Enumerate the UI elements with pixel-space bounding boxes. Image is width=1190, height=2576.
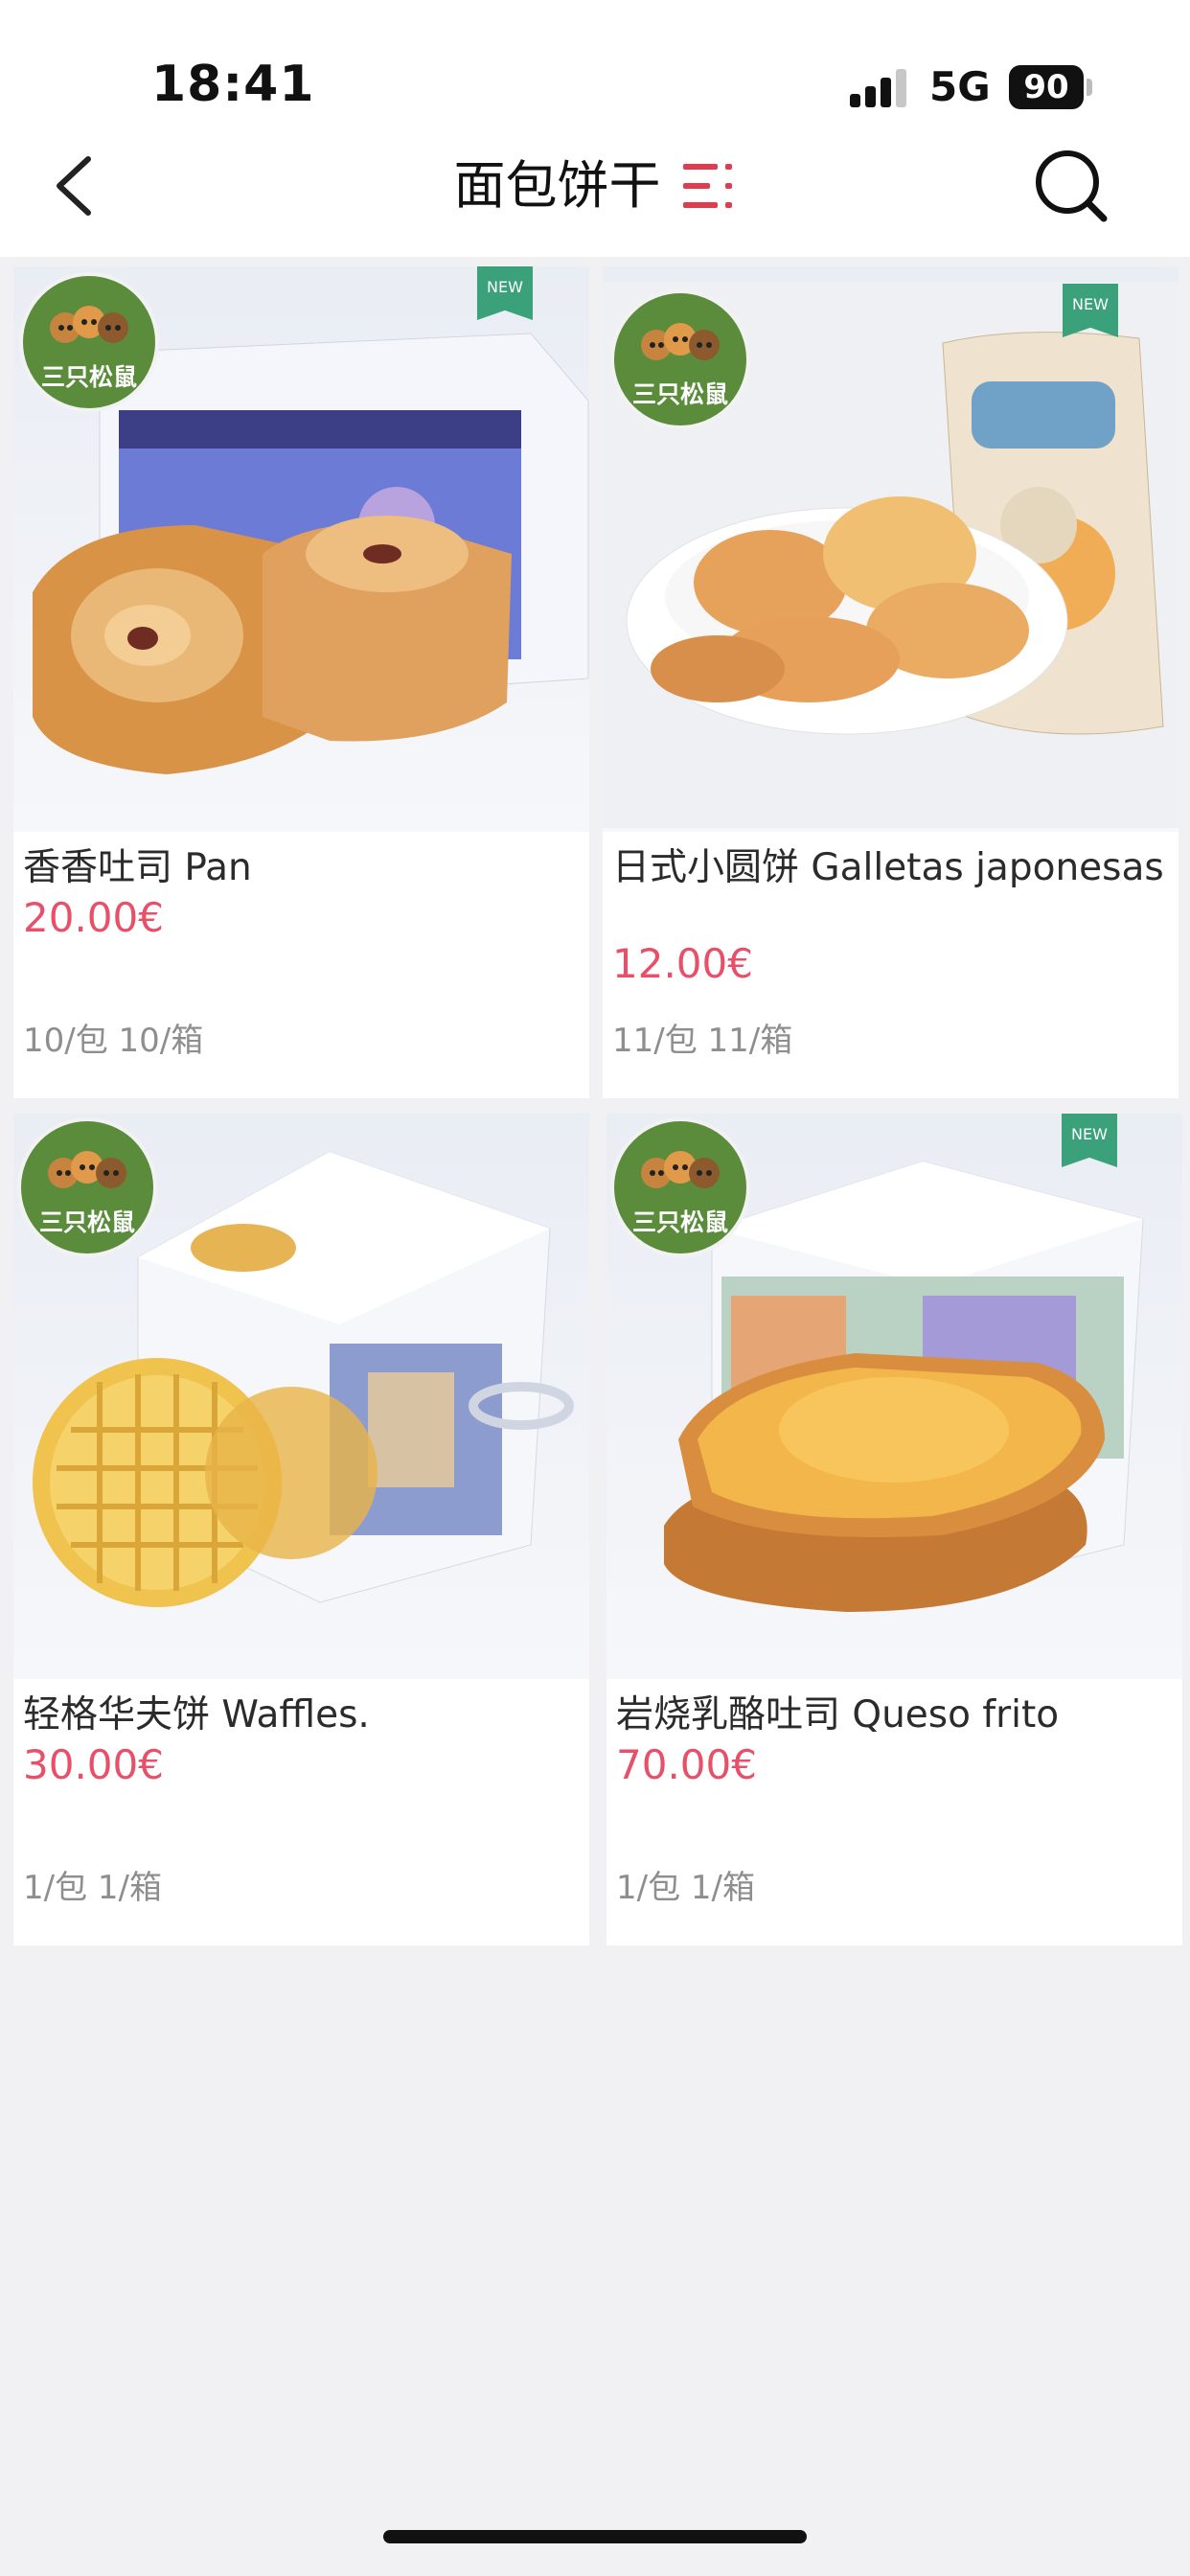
battery-tip bbox=[1087, 79, 1092, 96]
product-price: 70.00€ bbox=[616, 1741, 757, 1788]
product-name: 轻格华夫饼 Waffles. bbox=[23, 1693, 370, 1736]
brand-name: 三只松鼠 bbox=[631, 380, 728, 408]
signal-icon bbox=[850, 67, 909, 107]
brand-name: 三只松鼠 bbox=[40, 363, 137, 391]
product-card[interactable]: 三只松鼠 NEW 香香吐司 Pan 20.00€ 10/包 10/箱 bbox=[13, 266, 589, 1098]
product-price: 12.00€ bbox=[612, 940, 753, 987]
product-name: 日式小圆饼 Galletas japonesas bbox=[612, 846, 1164, 889]
search-icon[interactable] bbox=[1033, 148, 1110, 224]
product-price: 30.00€ bbox=[23, 1741, 164, 1788]
brand-logo: 三只松鼠 bbox=[610, 1117, 750, 1257]
product-name: 岩烧乳酪吐司 Queso frito bbox=[616, 1693, 1060, 1736]
title-area: 面包饼干 bbox=[0, 148, 1190, 224]
product-packaging: 11/包 11/箱 bbox=[612, 1022, 793, 1060]
page-title: 面包饼干 bbox=[453, 155, 661, 216]
product-card[interactable]: 三只松鼠 NEW 岩烧乳酪吐司 Queso frito 70.00€ 1/包 1… bbox=[606, 1114, 1182, 1945]
brand-logo: 三只松鼠 bbox=[17, 1117, 157, 1257]
category-list-icon[interactable] bbox=[682, 160, 737, 212]
network-type: 5G bbox=[929, 63, 991, 110]
status-time: 18:41 bbox=[151, 56, 315, 113]
nav-bar: 面包饼干 bbox=[0, 144, 1190, 257]
product-image[interactable]: 三只松鼠 NEW bbox=[603, 266, 1179, 832]
brand-logo: 三只松鼠 bbox=[610, 289, 750, 429]
squirrel-faces-icon bbox=[50, 306, 128, 343]
brand-name: 三只松鼠 bbox=[631, 1208, 728, 1236]
battery-icon: 90 bbox=[1009, 65, 1084, 109]
product-packaging: 10/包 10/箱 bbox=[23, 1022, 204, 1060]
product-price: 20.00€ bbox=[23, 894, 164, 941]
brand-name: 三只松鼠 bbox=[38, 1208, 135, 1236]
product-card[interactable]: 三只松鼠 NEW 日式小圆饼 Galletas japonesas 12.00€… bbox=[603, 266, 1179, 1098]
product-image[interactable]: 三只松鼠 NEW bbox=[13, 266, 589, 832]
product-image[interactable]: 三只松鼠 bbox=[13, 1114, 589, 1679]
squirrel-faces-icon bbox=[48, 1151, 126, 1188]
product-packaging: 1/包 1/箱 bbox=[616, 1869, 755, 1907]
status-bar: 18:41 5G 90 bbox=[0, 0, 1190, 144]
brand-logo: 三只松鼠 bbox=[19, 272, 159, 412]
squirrel-faces-icon bbox=[641, 323, 720, 360]
squirrel-faces-icon bbox=[641, 1151, 720, 1188]
product-packaging: 1/包 1/箱 bbox=[23, 1869, 162, 1907]
product-image[interactable]: 三只松鼠 NEW bbox=[606, 1114, 1182, 1679]
product-card[interactable]: 三只松鼠 轻格华夫饼 Waffles. 30.00€ 1/包 1/箱 bbox=[13, 1114, 589, 1945]
product-name: 香香吐司 Pan bbox=[23, 846, 252, 889]
home-indicator[interactable] bbox=[383, 2530, 807, 2543]
